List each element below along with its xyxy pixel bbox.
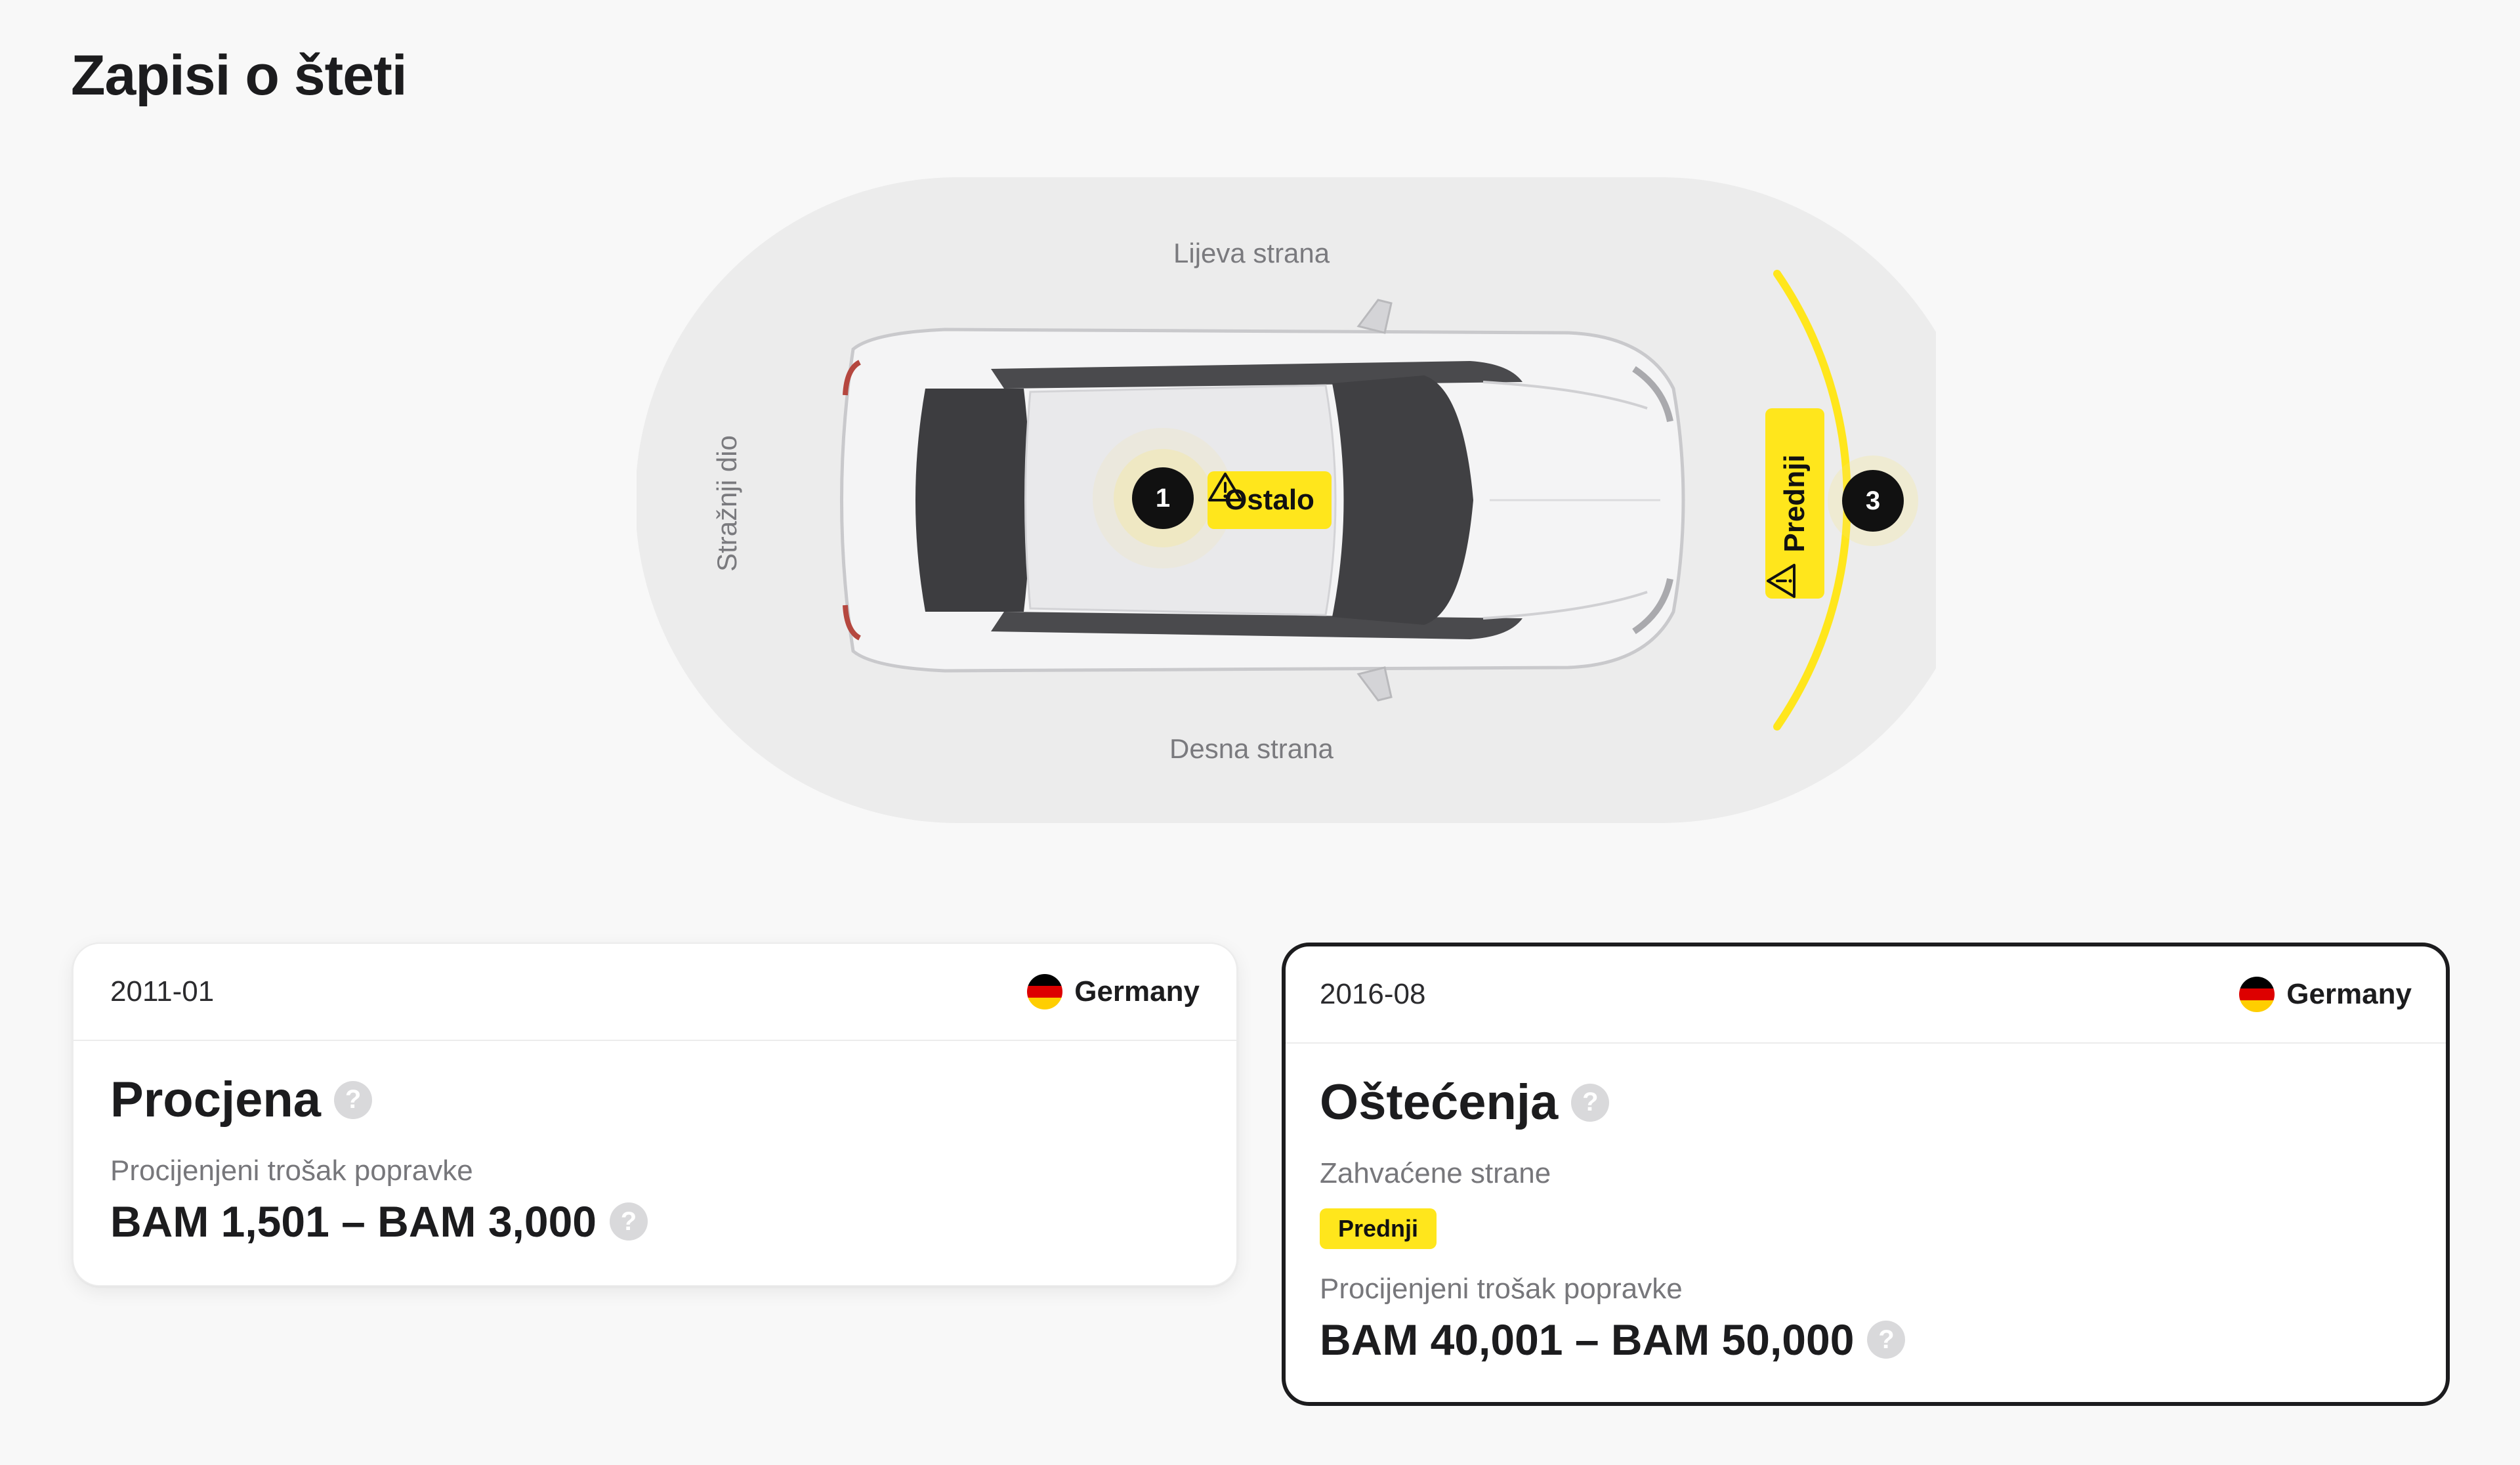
country-name: Germany — [2286, 978, 2412, 1010]
damage-marker-1[interactable]: 1 — [1132, 467, 1194, 529]
damage-tag-other[interactable]: Ostalo — [1208, 471, 1332, 529]
record-title: Oštećenja ? — [1320, 1074, 2412, 1131]
record-country: Germany — [2239, 977, 2412, 1012]
record-title: Procjena ? — [110, 1071, 1200, 1128]
warning-icon — [1767, 564, 1796, 598]
record-country: Germany — [1027, 974, 1200, 1009]
damage-marker-3[interactable]: 3 — [1842, 470, 1904, 532]
help-icon[interactable]: ? — [610, 1202, 648, 1241]
card-header: 2016-08 Germany — [1286, 946, 2446, 1044]
germany-flag-icon — [2239, 977, 2275, 1012]
help-icon[interactable]: ? — [1867, 1321, 1906, 1359]
damage-record-card[interactable]: 2011-01 Germany Procjena ? Procijenjeni … — [72, 943, 1238, 1286]
record-date: 2016-08 — [1320, 978, 1426, 1010]
germany-flag-icon — [1027, 974, 1063, 1009]
record-title-text: Procjena — [110, 1072, 322, 1128]
page-title: Zapisi o šteti — [71, 44, 408, 107]
right-side-label: Desna strana — [1169, 733, 1334, 764]
help-icon[interactable]: ? — [334, 1080, 373, 1119]
damage-tag-front[interactable]: Prednji — [1765, 408, 1824, 599]
warning-icon — [1208, 473, 1242, 501]
affected-side-chip: Prednji — [1320, 1208, 1437, 1249]
left-side-label: Lijeva strana — [1173, 238, 1330, 268]
card-header: 2011-01 Germany — [74, 944, 1236, 1041]
help-icon[interactable]: ? — [1571, 1083, 1610, 1122]
damage-tag-front-label: Prednji — [1778, 454, 1811, 553]
record-date: 2011-01 — [110, 975, 215, 1008]
country-name: Germany — [1074, 975, 1200, 1008]
affected-sides-label: Zahvaćene strane — [1320, 1157, 1551, 1189]
damage-diagram: Lijeva strana Desna strana Stražnji dio … — [637, 172, 1936, 828]
cost-label: Procijenjeni trošak popravke — [1320, 1273, 1683, 1305]
record-title-text: Oštećenja — [1320, 1074, 1559, 1130]
page: Zapisi o šteti Lijeva strana Desna stran… — [0, 0, 2520, 1465]
cost-range-text: BAM 1,501 – BAM 3,000 — [110, 1197, 597, 1246]
cost-range: BAM 40,001 – BAM 50,000 ? — [1320, 1315, 2412, 1365]
cost-range-text: BAM 40,001 – BAM 50,000 — [1320, 1315, 1855, 1364]
rear-label: Stražnji dio — [711, 435, 742, 572]
damage-record-card-selected[interactable]: 2016-08 Germany Oštećenja ? Zahvaćene st… — [1282, 943, 2450, 1406]
cost-label: Procijenjeni trošak popravke — [110, 1155, 473, 1187]
cost-range: BAM 1,501 – BAM 3,000 ? — [110, 1197, 1200, 1246]
